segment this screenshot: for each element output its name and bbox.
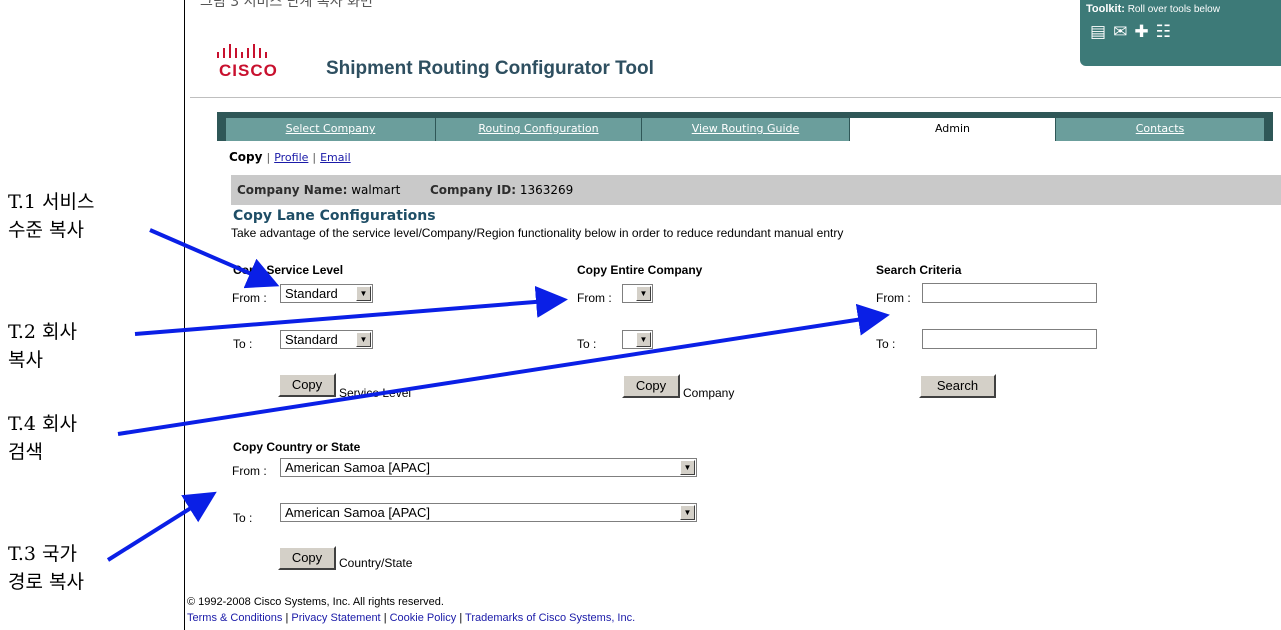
subnav-profile-link[interactable]: Profile — [274, 151, 308, 164]
chevron-down-icon: ▼ — [636, 286, 651, 301]
tab-select-company[interactable]: Select Company — [226, 118, 436, 141]
search-to-label: To : — [876, 337, 896, 351]
service-level-caption: Service Level — [339, 386, 412, 400]
service-from-label: From : — [232, 291, 267, 305]
annotation-arrows — [106, 228, 890, 562]
document-icon[interactable]: ☷ — [1156, 22, 1171, 42]
add-bookmark-icon[interactable]: ✚ — [1134, 22, 1148, 42]
country-to-label: To : — [233, 511, 253, 525]
country-from-label: From : — [232, 464, 267, 478]
chevron-down-icon: ▼ — [356, 286, 371, 301]
search-from-label: From : — [876, 291, 911, 305]
arrow-t3 — [106, 491, 217, 562]
copy-country-button[interactable]: Copy — [278, 546, 336, 570]
annotation-t3: T.3 국가 경로 복사 — [8, 543, 84, 593]
chevron-down-icon: ▼ — [680, 460, 695, 475]
header-divider — [190, 97, 1281, 98]
copy-service-level-button[interactable]: Copy — [278, 373, 336, 397]
tab-view-routing-guide[interactable]: View Routing Guide — [642, 118, 850, 141]
service-level-to-select[interactable]: Standard ▼ — [280, 330, 373, 349]
copy-service-level-title: Copy Service Level — [233, 263, 344, 277]
toolkit-panel: Toolkit: Roll over tools below ▤ ✉ ✚ ☷ — [1080, 0, 1281, 66]
search-from-input[interactable] — [922, 283, 1097, 303]
country-caption: Country/State — [339, 556, 413, 570]
subnav-email-link[interactable]: Email — [320, 151, 351, 164]
company-from-select[interactable]: ▼ — [622, 284, 653, 303]
footer-privacy-link[interactable]: Privacy Statement — [291, 612, 380, 624]
footer-trademarks-link[interactable]: Trademarks of Cisco Systems, Inc. — [465, 612, 635, 624]
chevron-down-icon: ▼ — [356, 332, 371, 347]
service-to-label: To : — [233, 337, 253, 351]
section-description: Take advantage of the service level/Comp… — [231, 226, 844, 240]
cisco-logo-bars — [217, 44, 267, 58]
toolkit-icons: ▤ ✉ ✚ ☷ — [1090, 22, 1178, 42]
company-info-bar: Company Name: walmart Company ID: 136326… — [231, 175, 1281, 205]
app-title: Shipment Routing Configurator Tool — [326, 58, 654, 79]
section-title: Copy Lane Configurations — [233, 208, 436, 224]
tab-routing-configuration[interactable]: Routing Configuration — [436, 118, 642, 141]
print-icon[interactable]: ▤ — [1090, 22, 1106, 42]
arrow-t2 — [134, 285, 568, 336]
company-id: Company ID: 1363269 — [430, 183, 574, 197]
service-level-from-select[interactable]: Standard ▼ — [280, 284, 373, 303]
search-to-input[interactable] — [922, 329, 1097, 349]
footer-links: Terms & Conditions | Privacy Statement |… — [187, 612, 636, 624]
company-caption: Company — [683, 386, 735, 400]
toolkit-title: Toolkit: Roll over tools below — [1086, 3, 1220, 15]
cisco-logo: CISCO — [219, 61, 278, 80]
copyright: © 1992-2008 Cisco Systems, Inc. All righ… — [187, 596, 444, 608]
annotation-t1: T.1 서비스 수준 복사 — [8, 191, 95, 241]
tab-admin[interactable]: Admin — [850, 118, 1056, 141]
arrow-t4 — [117, 303, 890, 436]
company-from-label: From : — [577, 291, 612, 305]
search-button[interactable]: Search — [919, 374, 996, 398]
annotation-t2: T.2 회사 복사 — [8, 321, 78, 371]
annotation-t4: T.4 회사 검색 — [8, 413, 78, 463]
email-icon[interactable]: ✉ — [1113, 22, 1127, 42]
subnav-copy: Copy — [229, 150, 263, 164]
company-to-select[interactable]: ▼ — [622, 330, 653, 349]
footer-cookie-link[interactable]: Cookie Policy — [390, 612, 457, 624]
copy-company-button[interactable]: Copy — [622, 374, 680, 398]
search-criteria-title: Search Criteria — [876, 263, 962, 277]
company-to-label: To : — [577, 337, 597, 351]
chevron-down-icon: ▼ — [680, 505, 695, 520]
sub-navigation: Copy | Profile | Email — [229, 150, 351, 164]
company-name: Company Name: walmart — [237, 183, 401, 197]
tab-contacts[interactable]: Contacts — [1056, 118, 1265, 141]
country-from-select[interactable]: American Samoa [APAC] ▼ — [280, 458, 697, 477]
border-line — [184, 0, 185, 630]
copy-company-title: Copy Entire Company — [577, 263, 703, 277]
partial-caption: 그림 3 서비스 단계 복사 화면 — [200, 0, 373, 10]
copy-country-title: Copy Country or State — [233, 440, 361, 454]
chevron-down-icon: ▼ — [636, 332, 651, 347]
country-to-select[interactable]: American Samoa [APAC] ▼ — [280, 503, 697, 522]
footer-terms-link[interactable]: Terms & Conditions — [187, 612, 282, 624]
